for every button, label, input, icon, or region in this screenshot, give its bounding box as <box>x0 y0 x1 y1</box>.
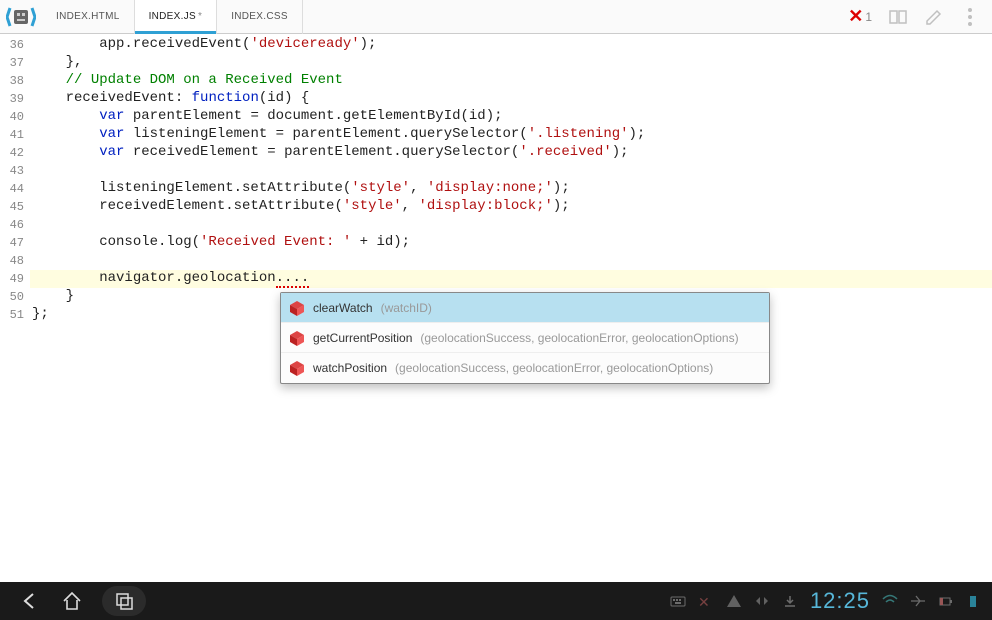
code-line[interactable]: app.receivedEvent('deviceready'); <box>30 36 992 54</box>
battery-icon <box>938 594 954 608</box>
panel-icon[interactable] <box>888 7 908 27</box>
autocomplete-name: clearWatch <box>313 301 373 315</box>
tab-index-js[interactable]: INDEX.JS * <box>135 0 218 34</box>
code-editor[interactable]: 36373839404142434445464748495051 app.rec… <box>0 34 992 582</box>
close-status-icon[interactable]: ✕ <box>698 594 714 608</box>
autocomplete-params: (geolocationSuccess, geolocationError, g… <box>395 361 713 375</box>
code-line[interactable] <box>30 216 992 234</box>
autocomplete-params: (geolocationSuccess, geolocationError, g… <box>420 331 738 345</box>
tab-index-css[interactable]: INDEX.CSS <box>217 0 303 34</box>
app-logo[interactable] <box>0 0 42 34</box>
cube-icon <box>289 360 305 376</box>
home-button[interactable] <box>60 589 84 613</box>
code-line[interactable]: receivedEvent: function(id) { <box>30 90 992 108</box>
edit-pencil-icon[interactable] <box>924 7 944 27</box>
autocomplete-item-clearWatch[interactable]: clearWatch (watchID) <box>281 293 769 323</box>
error-x-icon: ✕ <box>848 6 863 27</box>
system-navbar: ✕ 12:25 <box>0 582 992 620</box>
toolbar: INDEX.HTMLINDEX.JS *INDEX.CSS ✕ 1 <box>0 0 992 34</box>
code-line[interactable] <box>30 162 992 180</box>
autocomplete-item-watchPosition[interactable]: watchPosition (geolocationSuccess, geoloc… <box>281 353 769 383</box>
error-indicator[interactable]: ✕ 1 <box>848 6 872 27</box>
back-button[interactable] <box>18 589 42 613</box>
overflow-menu-icon[interactable] <box>960 7 980 27</box>
cube-icon <box>289 300 305 316</box>
code-line[interactable]: listeningElement.setAttribute('style', '… <box>30 180 992 198</box>
tabs: INDEX.HTMLINDEX.JS *INDEX.CSS <box>42 0 303 34</box>
autocomplete-name: watchPosition <box>313 361 387 375</box>
recent-apps-button[interactable] <box>102 586 146 616</box>
code-line[interactable] <box>30 252 992 270</box>
clock[interactable]: 12:25 <box>810 588 870 614</box>
code-line[interactable]: console.log('Received Event: ' + id); <box>30 234 992 252</box>
code-line[interactable]: var listeningElement = parentElement.que… <box>30 126 992 144</box>
wifi-icon <box>882 594 898 608</box>
sync-icon[interactable] <box>754 594 770 608</box>
cube-icon <box>289 330 305 346</box>
autocomplete-popup: clearWatch (watchID) getCurrentPosition (ge… <box>280 292 770 384</box>
keyboard-icon[interactable] <box>670 594 686 608</box>
code-line[interactable]: receivedElement.setAttribute('style', 'd… <box>30 198 992 216</box>
autocomplete-params: (watchID) <box>381 301 432 315</box>
download-icon[interactable] <box>782 594 798 608</box>
tab-index-html[interactable]: INDEX.HTML <box>42 0 135 34</box>
code-line[interactable]: // Update DOM on a Received Event <box>30 72 992 90</box>
code-line[interactable]: }, <box>30 54 992 72</box>
line-gutter: 36373839404142434445464748495051 <box>0 34 30 582</box>
autocomplete-name: getCurrentPosition <box>313 331 412 345</box>
code-line[interactable]: navigator.geolocation.... <box>30 270 992 288</box>
charging-icon <box>966 594 982 608</box>
code-line[interactable]: var receivedElement = parentElement.quer… <box>30 144 992 162</box>
autocomplete-item-getCurrentPosition[interactable]: getCurrentPosition (geolocationSuccess, g… <box>281 323 769 353</box>
code-line[interactable]: var parentElement = document.getElementB… <box>30 108 992 126</box>
error-count: 1 <box>865 10 872 24</box>
airplane-icon <box>910 594 926 608</box>
warning-icon[interactable] <box>726 594 742 608</box>
